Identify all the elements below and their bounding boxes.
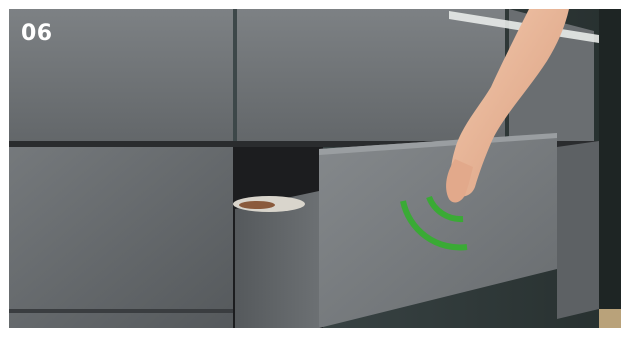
photo-frame: 06 <box>9 9 621 328</box>
cabinet-upper-middle <box>237 9 505 141</box>
step-number: 06 <box>21 21 53 46</box>
floor-strip <box>599 309 621 328</box>
kitchen-drawer-photo <box>9 9 621 328</box>
cabinet-lower-right <box>557 141 599 319</box>
drawer-contents-shadow <box>239 201 275 209</box>
cabinet-lower-left <box>9 147 233 328</box>
cabinet-lower-left-gap <box>9 309 233 313</box>
right-wall-shadow <box>599 9 621 328</box>
